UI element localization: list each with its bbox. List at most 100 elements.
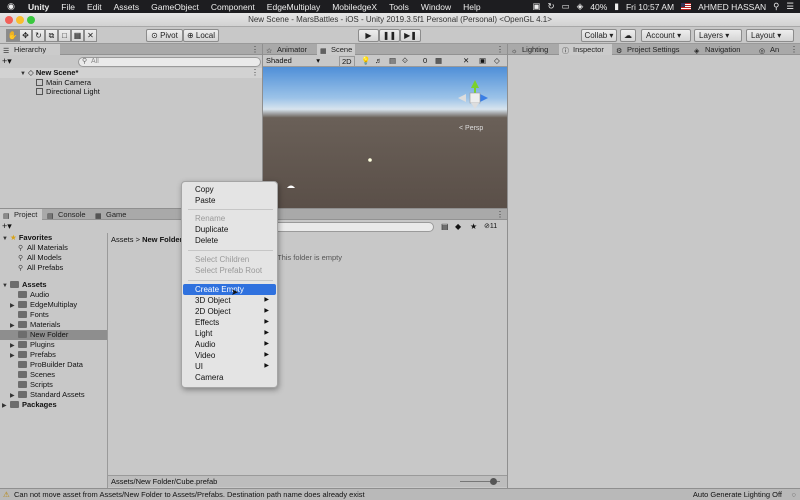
menu-item-create-empty[interactable]: Create Empty ➤ — [183, 284, 276, 297]
transform-tool-icon[interactable]: ▦ — [71, 29, 84, 42]
audio-toggle-icon[interactable]: ♬ — [375, 55, 383, 67]
breadcrumb-assets[interactable]: Assets — [111, 235, 134, 244]
create-asset-button[interactable]: +▾ — [2, 221, 12, 231]
menu-item-duplicate[interactable]: Duplicate — [183, 224, 276, 235]
status-message[interactable]: Can not move asset from Assets/New Folde… — [14, 489, 365, 500]
grid-toggle-icon[interactable]: ▦ — [435, 55, 442, 67]
folder-item-probuilder-data[interactable]: ProBuilder Data — [10, 360, 106, 370]
filter-label-icon[interactable]: ◆ — [455, 222, 461, 231]
menu-item-copy[interactable]: Copy — [183, 184, 276, 195]
menu-assets[interactable]: Assets — [108, 2, 146, 12]
airplay-icon[interactable]: ▣ — [533, 1, 541, 12]
hierarchy-item-directional-light[interactable]: Directional Light — [36, 87, 100, 97]
favorite-star-icon[interactable]: ★ — [470, 222, 477, 231]
expand-arrow-icon[interactable]: ▼ — [20, 69, 28, 79]
wifi-icon[interactable]: ◈ — [577, 1, 584, 12]
expand-arrow-icon[interactable]: ▼ — [2, 234, 10, 244]
scale-tool-icon[interactable]: ⧉ — [45, 29, 58, 42]
hand-tool-icon[interactable]: ✋ — [6, 29, 19, 42]
local-toggle[interactable]: ⊕ Local — [183, 29, 219, 42]
lighting-toggle-icon[interactable]: 💡 — [361, 55, 370, 67]
expand-arrow-icon[interactable]: ▶ — [2, 401, 10, 411]
slider-thumb[interactable] — [490, 478, 497, 485]
scene-row[interactable]: ▼ ◇ New Scene* ⋮ — [0, 68, 262, 78]
zoom-window-button[interactable] — [27, 16, 35, 24]
tab-project[interactable]: ▤ Project — [0, 209, 42, 220]
menu-list-icon[interactable]: ☰ — [786, 1, 794, 12]
effects-toggle-icon[interactable]: ▤ — [389, 55, 396, 67]
menu-mobiledgex[interactable]: MobiledgeX — [326, 2, 383, 12]
folder-item-materials[interactable]: ▶ Materials — [10, 320, 106, 330]
pivot-toggle[interactable]: ⊙ Pivot — [146, 29, 183, 42]
favorite-item[interactable]: ⚲ All Models — [18, 253, 62, 263]
gizmos-icon[interactable]: ◇ — [494, 55, 500, 67]
folder-item-new-folder[interactable]: New Folder — [0, 330, 107, 340]
menu-item-audio[interactable]: Audio ▶ — [183, 339, 276, 350]
perspective-label[interactable]: < Persp — [459, 125, 483, 132]
layout-dropdown[interactable]: Layout ▾ — [746, 29, 794, 42]
shading-dropdown[interactable]: Shaded ▾ — [266, 55, 322, 67]
flag-icon[interactable] — [681, 3, 692, 10]
packages-row[interactable]: ▶ Packages — [2, 400, 57, 410]
cast-icon[interactable]: ▭ — [562, 1, 570, 12]
panel-menu-icon[interactable]: ⋮ — [790, 44, 798, 55]
menu-item-video[interactable]: Video ▶ — [183, 350, 276, 361]
hidden-packages-toggle[interactable]: ⊘11 — [484, 222, 497, 230]
tab-project-settings[interactable]: ⚙ Project Settings — [613, 44, 690, 55]
filter-type-icon[interactable]: ▤ — [441, 222, 449, 231]
search-icon[interactable]: ⚲ — [773, 1, 779, 12]
hidden-objects-icon[interactable]: ⟐ — [402, 55, 408, 67]
sync-icon[interactable]: ↻ — [548, 1, 555, 12]
menu-edit[interactable]: Edit — [81, 2, 108, 12]
menu-item-camera[interactable]: Camera — [183, 372, 276, 383]
breadcrumb-new-folder[interactable]: New Folder — [142, 235, 182, 244]
menu-item-ui[interactable]: UI ▶ — [183, 361, 276, 372]
2d-toggle[interactable]: 2D — [339, 56, 355, 67]
folder-item-fonts[interactable]: Fonts — [10, 310, 106, 320]
menu-item-delete[interactable]: Delete — [183, 235, 276, 246]
panel-menu-icon[interactable]: ⋮ — [496, 209, 504, 220]
tools-icon[interactable]: ✕ — [463, 55, 469, 67]
play-button[interactable]: ▶ — [358, 29, 379, 42]
step-button[interactable]: ▶❚ — [400, 29, 421, 42]
panel-menu-icon[interactable]: ⋮ — [251, 44, 259, 55]
battery-icon[interactable]: ▮ — [614, 1, 619, 12]
custom-tool-icon[interactable]: ✕ — [84, 29, 97, 42]
favorite-item[interactable]: ⚲ All Prefabs — [18, 263, 63, 273]
menu-unity[interactable]: Unity — [22, 2, 55, 12]
tab-console[interactable]: ▤ Console — [44, 209, 90, 220]
minimize-window-button[interactable] — [16, 16, 24, 24]
panel-menu-icon[interactable]: ⋮ — [496, 44, 504, 55]
expand-arrow-icon[interactable]: ▼ — [2, 281, 10, 291]
menu-file[interactable]: File — [55, 2, 81, 12]
folder-item-plugins[interactable]: ▶ Plugins — [10, 340, 106, 350]
rect-tool-icon[interactable]: □ — [58, 29, 71, 42]
project-search-input[interactable] — [268, 222, 434, 232]
folder-item-scenes[interactable]: Scenes — [10, 370, 106, 380]
scene-menu-icon[interactable]: ⋮ — [251, 67, 259, 78]
menu-tools[interactable]: Tools — [383, 2, 415, 12]
tab-inspector[interactable]: ⓘ Inspector — [559, 44, 612, 55]
tab-lighting[interactable]: ☼ Lighting — [508, 44, 558, 55]
close-window-button[interactable] — [5, 16, 13, 24]
tab-scene[interactable]: ▦ Scene — [317, 44, 355, 55]
layers-dropdown[interactable]: Layers ▾ — [694, 29, 742, 42]
folder-item-edgemultiplay[interactable]: ▶ EdgeMultiplay — [10, 300, 106, 310]
menu-item-2d-object[interactable]: 2D Object ▶ — [183, 306, 276, 317]
menu-edgemultiplay[interactable]: EdgeMultiplay — [261, 2, 326, 12]
menu-item-light[interactable]: Light ▶ — [183, 328, 276, 339]
menu-item-effects[interactable]: Effects ▶ — [183, 317, 276, 328]
folder-item-prefabs[interactable]: ▶ Prefabs — [10, 350, 106, 360]
folder-item-scripts[interactable]: Scripts — [10, 380, 106, 390]
tab-hierarchy[interactable]: ☰ Hierarchy — [0, 44, 60, 55]
menu-window[interactable]: Window — [415, 2, 457, 12]
account-dropdown[interactable]: Account ▾ — [641, 29, 691, 42]
assets-row[interactable]: ▼ Assets — [2, 280, 47, 290]
battery-percent[interactable]: 40% — [590, 2, 607, 12]
user-name[interactable]: AHMED HASSAN — [698, 2, 766, 12]
scene-viewport[interactable]: < Persp — [263, 67, 507, 208]
add-object-button[interactable]: +▾ — [2, 56, 12, 66]
folder-item-standard-assets[interactable]: ▶ Standard Assets — [10, 390, 106, 400]
favorite-item[interactable]: ⚲ All Materials — [18, 243, 68, 253]
rotate-tool-icon[interactable]: ↻ — [32, 29, 45, 42]
